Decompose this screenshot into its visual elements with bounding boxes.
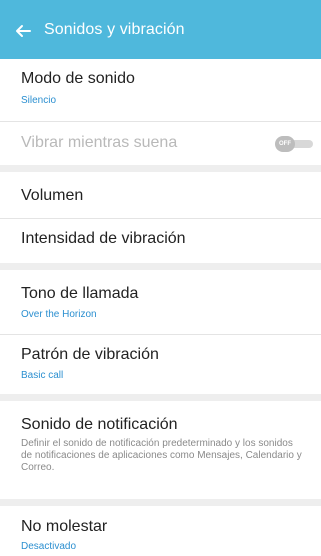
volume-title: Volumen	[21, 187, 84, 204]
do-not-disturb-value: Desactivado	[21, 541, 77, 552]
sound-mode-title: Modo de sonido	[21, 70, 135, 87]
notification-sound-description: Definir el sonido de notificación predet…	[21, 438, 302, 473]
vibrate-while-ringing-switch[interactable]: OFF	[275, 136, 313, 152]
page-title: Sonidos y vibración	[44, 20, 185, 38]
setting-notification-sound[interactable]: Sonido de notificación Definir el sonido…	[0, 401, 321, 499]
setting-vibrate-while-ringing[interactable]: Vibrar mientras suena	[0, 122, 321, 165]
sound-mode-value: Silencio	[21, 95, 57, 106]
vibrate-while-ringing-title: Vibrar mientras suena	[21, 134, 178, 151]
vibration-intensity-title: Intensidad de vibración	[21, 230, 186, 247]
section-divider	[0, 263, 321, 270]
app-bar: Sonidos y vibración	[0, 0, 321, 59]
setting-ringtone[interactable]: Tono de llamada Over the Horizon	[0, 270, 321, 334]
vibration-pattern-value: Basic call	[21, 370, 64, 381]
section-divider	[0, 394, 321, 401]
screen: Sonidos y vibración Modo de sonido Silen…	[0, 0, 321, 556]
setting-sound-mode[interactable]: Modo de sonido Silencio	[0, 59, 321, 121]
setting-vibration-intensity[interactable]: Intensidad de vibración	[0, 219, 321, 263]
section-divider	[0, 499, 321, 506]
ringtone-value: Over the Horizon	[21, 309, 97, 320]
arrow-left-icon[interactable]	[14, 22, 32, 40]
ringtone-title: Tono de llamada	[21, 285, 139, 302]
switch-knob: OFF	[275, 136, 295, 152]
setting-volume[interactable]: Volumen	[0, 172, 321, 218]
setting-do-not-disturb[interactable]: No molestar Desactivado	[0, 506, 321, 556]
do-not-disturb-title: No molestar	[21, 518, 108, 535]
vibration-pattern-title: Patrón de vibración	[21, 346, 159, 363]
setting-vibration-pattern[interactable]: Patrón de vibración Basic call	[0, 335, 321, 394]
section-divider	[0, 165, 321, 172]
notification-sound-title: Sonido de notificación	[21, 416, 178, 433]
